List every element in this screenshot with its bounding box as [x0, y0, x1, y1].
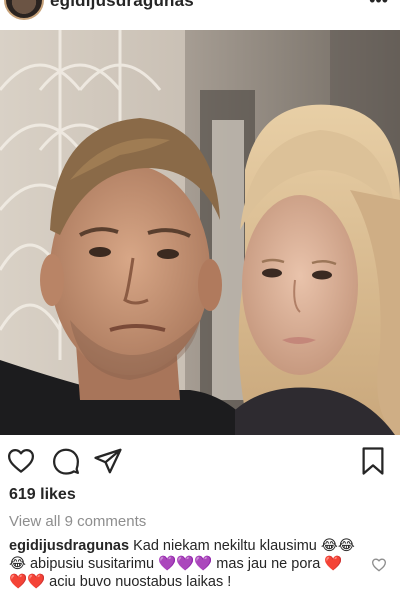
- likes-count[interactable]: 619 likes: [9, 486, 76, 504]
- selfie-photo: [0, 30, 400, 435]
- caption-like-button[interactable]: [371, 557, 387, 573]
- save-button[interactable]: [360, 446, 386, 476]
- comment-button[interactable]: [51, 446, 81, 476]
- more-dots-icon[interactable]: •••: [369, 0, 388, 11]
- like-button[interactable]: [6, 446, 36, 476]
- post-username[interactable]: egidijusdragunas: [50, 0, 194, 11]
- small-heart-icon: [372, 558, 386, 572]
- bookmark-icon: [362, 447, 384, 475]
- caption-username[interactable]: egidijusdragunas: [9, 538, 129, 554]
- heart-icon: [8, 449, 34, 473]
- post-caption: egidijusdragunas Kad niekam nekiltu klau…: [9, 537, 359, 591]
- post-header: egidijusdragunas •••: [0, 0, 400, 30]
- paper-plane-icon: [94, 448, 122, 474]
- post-actions: [0, 446, 400, 478]
- post-photo[interactable]: [0, 30, 400, 435]
- share-button[interactable]: [93, 446, 123, 476]
- profile-avatar[interactable]: [4, 0, 44, 20]
- comment-bubble-icon: [53, 448, 79, 475]
- view-all-comments-link[interactable]: View all 9 comments: [9, 513, 146, 530]
